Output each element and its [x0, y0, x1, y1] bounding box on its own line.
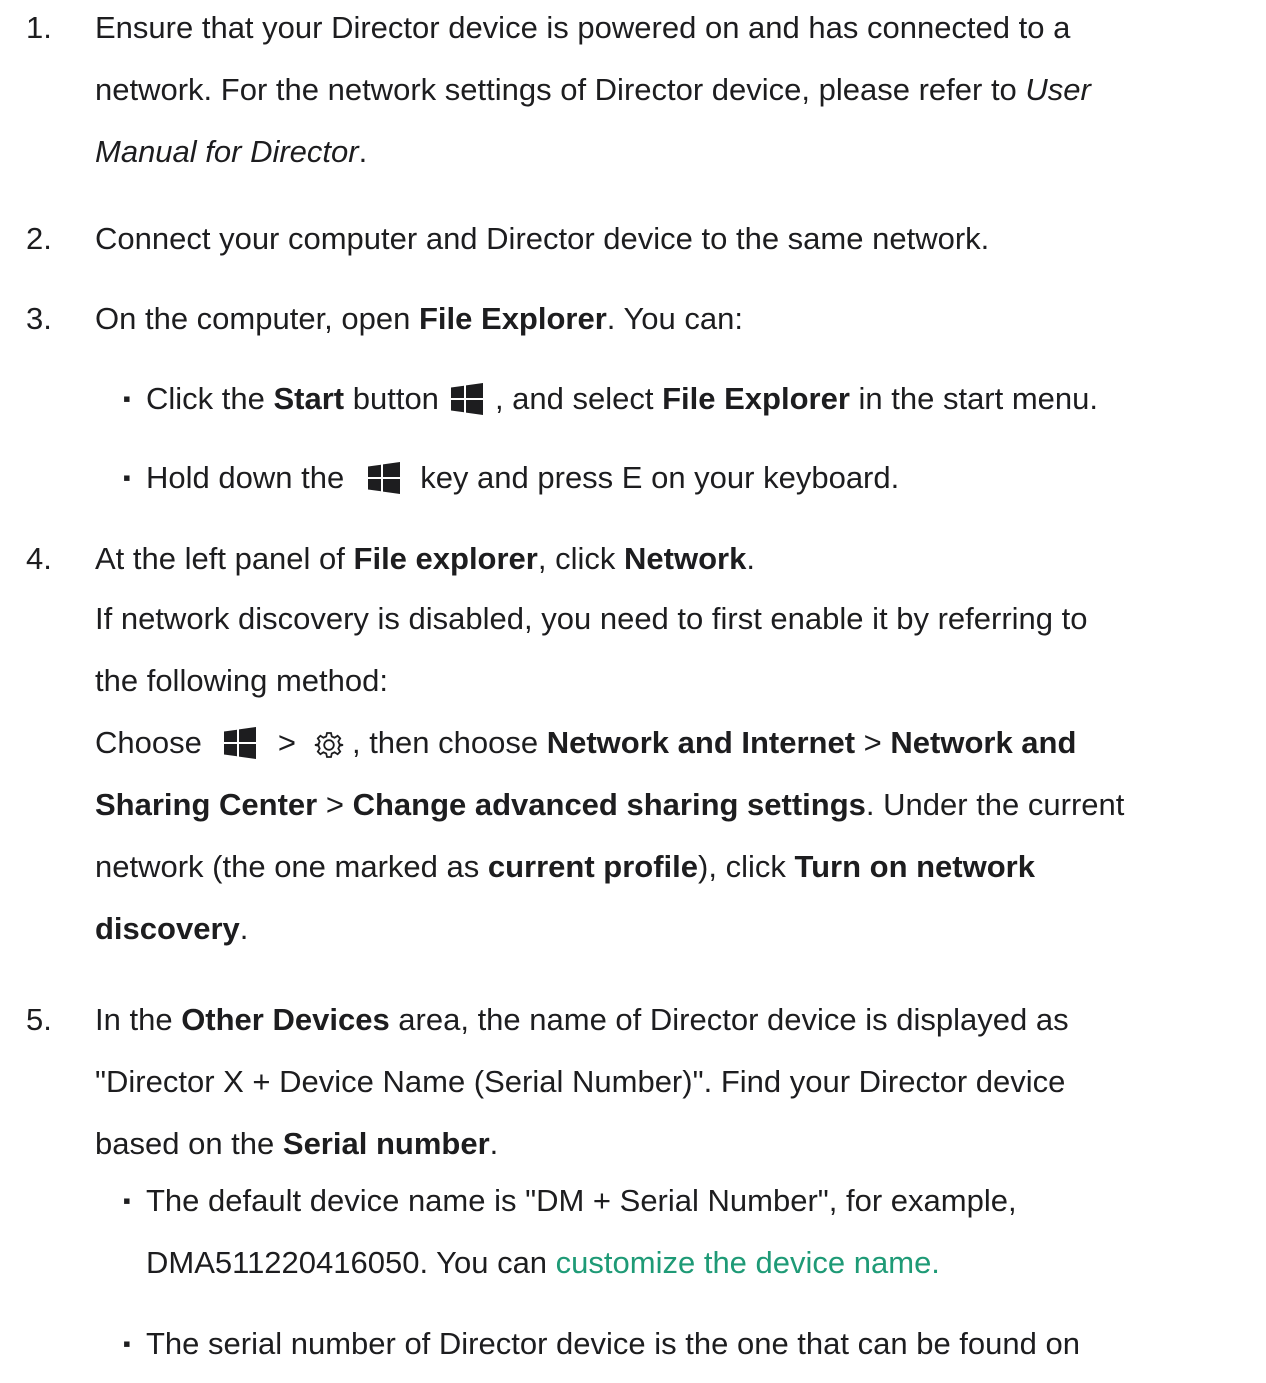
step-1-line-1: Ensure that your Director device is powe… [95, 10, 1071, 45]
step-2-line-1: Connect your computer and Director devic… [95, 221, 990, 256]
step-5-line-2: "Director X + Device Name (Serial Number… [95, 1064, 1066, 1099]
windows-logo-icon [223, 727, 256, 759]
bullet-text: in the start menu. [849, 381, 1099, 416]
step-3-text: On the computer, open [95, 301, 419, 336]
turn-on-discovery-label: discovery [95, 911, 240, 946]
bullet-text: Click the [146, 381, 274, 416]
network-sharing-label: Network and [890, 725, 1077, 760]
separator: > [277, 725, 296, 760]
advanced-sharing-label: Change advanced sharing settings [352, 787, 866, 822]
manual-title-start: User [1025, 72, 1091, 107]
step-4-text: , then choose [351, 725, 547, 760]
step-4-line-5: Sharing Center > Change advanced sharing… [95, 782, 1255, 844]
step-number: 2. [26, 221, 52, 256]
step-number: 5. [26, 1002, 52, 1037]
network-sharing-label: Sharing Center [95, 787, 318, 822]
separator: > [317, 787, 353, 822]
step-4-line-7: discovery. [95, 906, 1255, 968]
step-number: 1. [26, 10, 52, 45]
step-4-text: Choose [95, 725, 202, 760]
step-5-text: based on the [95, 1126, 283, 1161]
windows-logo-icon [450, 383, 483, 415]
step-4-text: At the left panel of [95, 541, 354, 576]
period: . [746, 541, 755, 576]
period: . [239, 911, 249, 946]
bullet-text: button [344, 381, 439, 416]
step-1-line-2: network. For the network settings of Dir… [95, 67, 1255, 129]
step-1-line-3: Manual for Director. [95, 129, 1255, 191]
step-4-line-6: network (the one marked as current profi… [95, 844, 1255, 906]
step-number: 4. [26, 541, 52, 576]
bullet-icon: ▪ [123, 386, 131, 411]
step-4-line-3: the following method: [95, 663, 388, 698]
bullet-1-line: Click the Start button , and select File … [146, 376, 1256, 438]
separator: > [855, 725, 891, 760]
step-3-text-end: . You can: [606, 301, 743, 336]
step-4-line-2: If network discovery is disabled, you ne… [95, 601, 1088, 636]
file-explorer-label: File Explorer [419, 301, 607, 336]
other-devices-label: Other Devices [181, 1002, 390, 1037]
bullet-icon: ▪ [123, 1188, 131, 1213]
bullet-line-1: The serial number of Director device is … [146, 1326, 1080, 1361]
bullet-2-line: Hold down the key and press E on your key… [146, 455, 1256, 517]
step-number: 3. [26, 301, 52, 336]
file-explorer-label: File explorer [353, 541, 538, 576]
network-label: Network [624, 541, 747, 576]
step-4-line-1: At the left panel of File explorer, clic… [95, 536, 1255, 598]
step-4-text: . Under the current [865, 787, 1125, 822]
bullet-text: DMA511220416050. You can [146, 1245, 556, 1280]
network-internet-label: Network and Internet [546, 725, 856, 760]
step-4-text: , click [537, 541, 624, 576]
step-4-line-4: Choose > , then choose Network and Interne… [95, 720, 1255, 782]
start-label: Start [273, 381, 345, 416]
gear-icon [314, 730, 344, 760]
step-5-line-1: In the Other Devices area, the name of D… [95, 997, 1255, 1059]
step-5-line-3: based on the Serial number. [95, 1121, 1255, 1183]
period: . [358, 134, 368, 169]
file-explorer-label: File Explorer [662, 381, 850, 416]
step-5-text: area, the name of Director device is dis… [389, 1002, 1069, 1037]
bullet-icon: ▪ [123, 1331, 131, 1356]
step-4-text: network (the one marked as [95, 849, 488, 884]
bullet-text: Hold down the [146, 460, 345, 495]
step-3-line-1: On the computer, open File Explorer. You… [95, 296, 1255, 358]
step-5-text: In the [95, 1002, 182, 1037]
bullet-icon: ▪ [123, 465, 131, 490]
bullet-line-1: The default device name is "DM + Serial … [146, 1183, 1017, 1218]
period: . [489, 1126, 499, 1161]
bullet-line-2: DMA511220416050. You can customize the d… [146, 1240, 1256, 1302]
step-4-text: ), click [698, 849, 795, 884]
serial-number-label: Serial number [282, 1126, 490, 1161]
current-profile-label: current profile [487, 849, 699, 884]
turn-on-discovery-label: Turn on network [794, 849, 1035, 884]
windows-logo-icon [368, 462, 401, 494]
customize-device-name-link[interactable]: customize the device name. [556, 1245, 940, 1280]
bullet-text: , and select [494, 381, 663, 416]
manual-title-end: Manual for Director [95, 134, 359, 169]
step-1-text: network. For the network settings of Dir… [95, 72, 1026, 107]
bullet-text: key and press E on your keyboard. [420, 460, 900, 495]
